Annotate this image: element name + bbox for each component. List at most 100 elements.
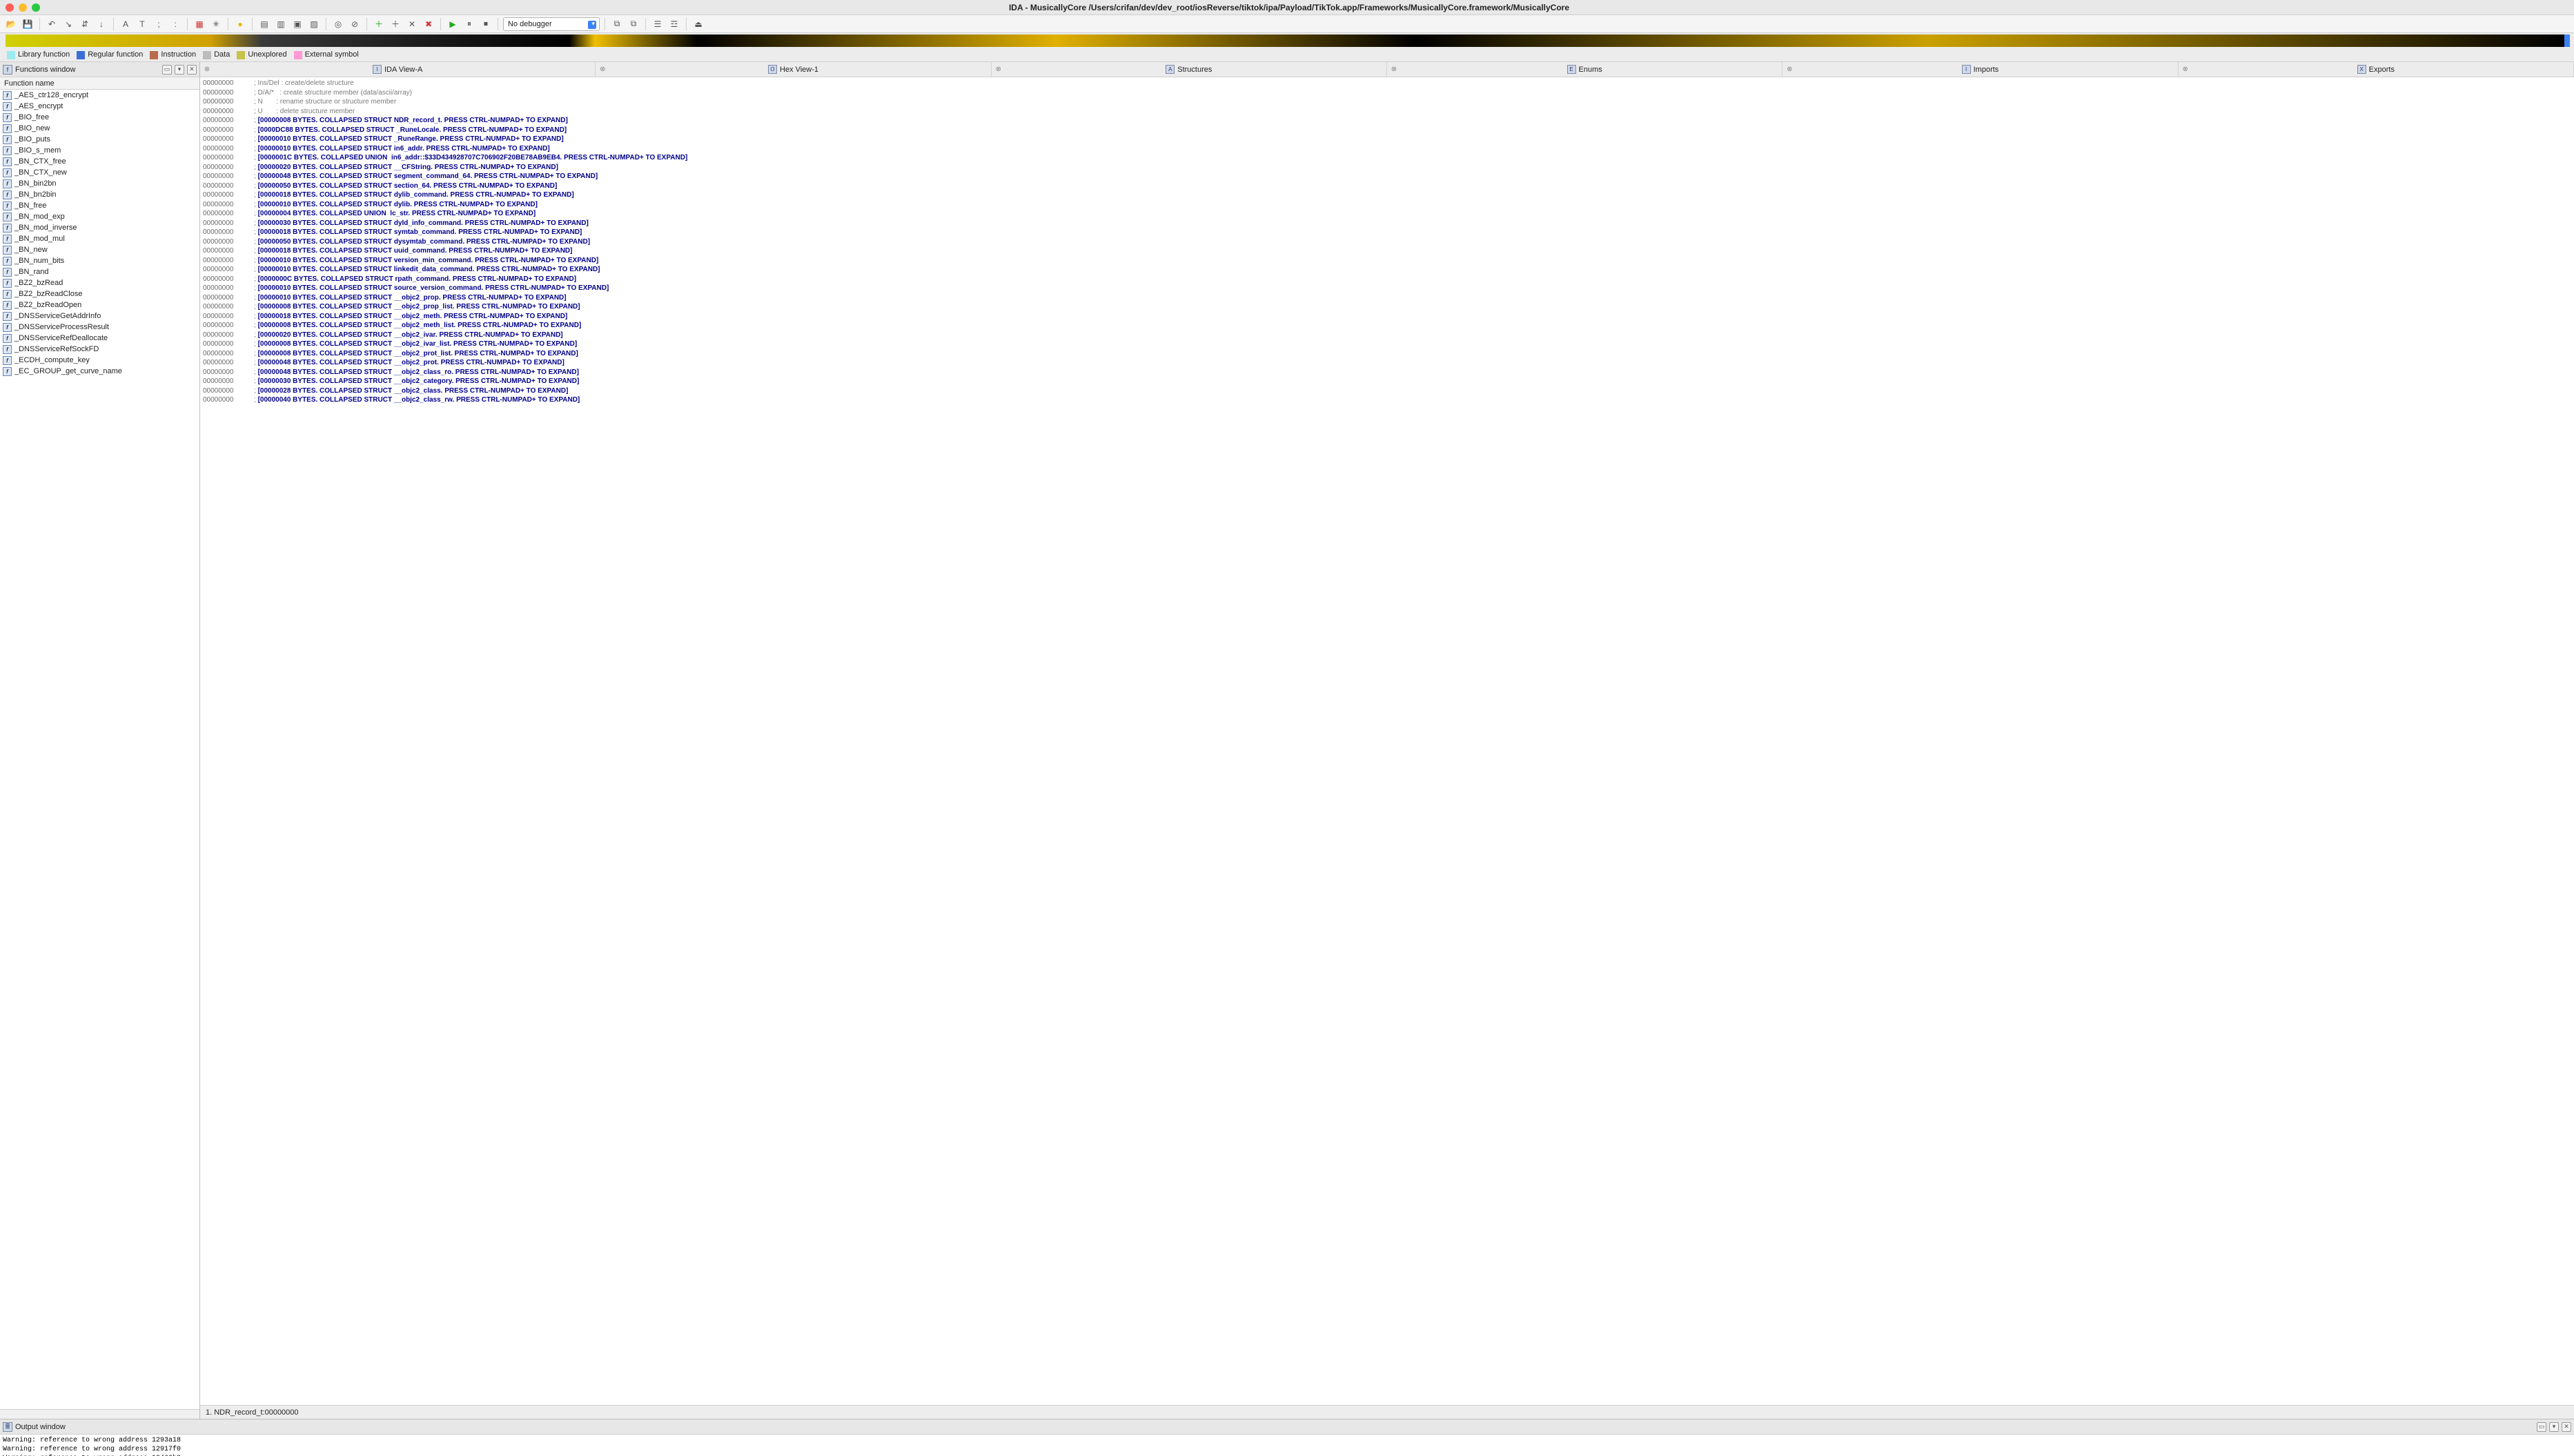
toolbar-plus-gray-button[interactable]: ＋ [389,17,402,31]
tab-hex-view-1[interactable]: ⊗OHex View-1 [596,62,991,77]
struct-line[interactable]: 00000000; [00000030 BYTES. COLLAPSED STR… [200,219,2574,228]
struct-line[interactable]: 00000000; [00000048 BYTES. COLLAPSED STR… [200,358,2574,368]
toolbar-window-a-button[interactable]: ⧉ [610,17,624,31]
tab-exports[interactable]: ⊗XExports [2179,62,2574,77]
toolbar-struct-x-button[interactable]: ▨ [307,17,321,31]
struct-line[interactable]: 00000000; [00000010 BYTES. COLLAPSED STR… [200,144,2574,154]
panel-close-button[interactable]: ✕ [187,65,197,75]
function-row[interactable]: f_ECDH_compute_key [0,355,199,366]
panel-menu-button[interactable]: ▾ [175,65,184,75]
functions-hscrollbar[interactable] [0,1409,199,1419]
toolbar-list-a-button[interactable]: ☰ [651,17,665,31]
struct-line[interactable]: 00000000; [00000010 BYTES. COLLAPSED STR… [200,256,2574,266]
toolbar-semicolon-button[interactable]: ; [152,17,166,31]
functions-list[interactable]: f_AES_ctr128_encryptf_AES_encryptf_BIO_f… [0,90,199,1409]
toolbar-x-red-button[interactable]: ✖ [422,17,435,31]
toolbar-target-button[interactable]: ◎ [331,17,345,31]
struct-line[interactable]: 00000000; [00000018 BYTES. COLLAPSED STR… [200,246,2574,256]
function-row[interactable]: f_BZ2_bzReadClose [0,288,199,299]
function-row[interactable]: f_BN_mod_mul [0,233,199,244]
toolbar-list-b-button[interactable]: ☲ [667,17,681,31]
function-row[interactable]: f_BN_mod_inverse [0,222,199,233]
comment-line[interactable]: 00000000; U : delete structure member [200,107,2574,117]
struct-line[interactable]: 00000000; [00000050 BYTES. COLLAPSED STR… [200,237,2574,247]
comment-line[interactable]: 00000000; N : rename structure or struct… [200,97,2574,107]
toolbar-stop-button[interactable]: ⏹ [479,17,493,31]
struct-line[interactable]: 00000000; [0000DC88 BYTES. COLLAPSED STR… [200,126,2574,135]
toolbar-plus-green-button[interactable]: ＋ [372,17,386,31]
function-row[interactable]: f_AES_ctr128_encrypt [0,90,199,101]
toolbar-text-t-button[interactable]: T [135,17,149,31]
navigation-overview-bar[interactable] [6,35,2568,47]
struct-line[interactable]: 00000000; [00000010 BYTES. COLLAPSED STR… [200,135,2574,144]
struct-line[interactable]: 00000000; [00000010 BYTES. COLLAPSED STR… [200,200,2574,210]
tab-ida-view-a[interactable]: ⊗IIDA View-A [200,62,596,77]
function-row[interactable]: f_BN_bin2bn [0,178,199,189]
toolbar-struct-button[interactable]: ▣ [291,17,304,31]
struct-line[interactable]: 00000000; [00000048 BYTES. COLLAPSED STR… [200,172,2574,181]
function-row[interactable]: f_DNSServiceRefDeallocate [0,333,199,344]
tab-close-icon[interactable]: ⊗ [1390,65,1398,73]
struct-line[interactable]: 00000000; [00000018 BYTES. COLLAPSED STR… [200,228,2574,237]
function-row[interactable]: f_BIO_puts [0,134,199,145]
struct-line[interactable]: 00000000; [00000018 BYTES. COLLAPSED STR… [200,312,2574,322]
toolbar-colon-button[interactable]: : [168,17,182,31]
comment-line[interactable]: 00000000; Ins/Del : create/delete struct… [200,79,2574,88]
function-row[interactable]: f_DNSServiceGetAddrInfo [0,311,199,322]
function-row[interactable]: f_BN_num_bits [0,255,199,266]
toolbar-folder-open-button[interactable]: 📂 [4,17,18,31]
toolbar-db-green-button[interactable]: ▥ [274,17,288,31]
struct-line[interactable]: 00000000; [00000030 BYTES. COLLAPSED STR… [200,377,2574,386]
function-row[interactable]: f_BN_rand [0,266,199,277]
struct-line[interactable]: 00000000; [00000010 BYTES. COLLAPSED STR… [200,265,2574,275]
comment-line[interactable]: 00000000; D/A/* : create structure membe… [200,88,2574,98]
minimize-window-button[interactable] [19,3,27,12]
toolbar-window-b-button[interactable]: ⧉ [627,17,640,31]
struct-line[interactable]: 00000000; [0000000C BYTES. COLLAPSED STR… [200,275,2574,284]
struct-line[interactable]: 00000000; [00000010 BYTES. COLLAPSED STR… [200,284,2574,293]
struct-line[interactable]: 00000000; [00000004 BYTES. COLLAPSED UNI… [200,209,2574,219]
function-row[interactable]: f_BIO_free [0,112,199,123]
toolbar-pause-button[interactable]: ⏸ [462,17,476,31]
toolbar-hex-a-button[interactable]: A [119,17,132,31]
tab-close-icon[interactable]: ⊗ [2181,65,2190,73]
function-row[interactable]: f_BIO_s_mem [0,145,199,156]
nav-position-marker[interactable] [2564,35,2570,47]
toolbar-x-gray-button[interactable]: ✕ [405,17,419,31]
tab-close-icon[interactable]: ⊗ [598,65,607,73]
tab-close-icon[interactable]: ⊗ [994,65,1003,73]
function-row[interactable]: f_BZ2_bzRead [0,277,199,288]
debugger-selector[interactable]: No debugger [503,17,600,31]
function-row[interactable]: f_BN_bn2bin [0,189,199,200]
toolbar-target-x-button[interactable]: ⊘ [348,17,362,31]
struct-line[interactable]: 00000000; [0000001C BYTES. COLLAPSED UNI… [200,153,2574,163]
function-row[interactable]: f_BN_mod_exp [0,211,199,222]
functions-column-header[interactable]: Function name [0,77,199,90]
struct-line[interactable]: 00000000; [00000050 BYTES. COLLAPSED STR… [200,181,2574,191]
tab-enums[interactable]: ⊗EEnums [1387,62,1782,77]
function-row[interactable]: f_EC_GROUP_get_curve_name [0,366,199,377]
toolbar-save-button[interactable]: 💾 [21,17,35,31]
structures-view[interactable]: 00000000; Ins/Del : create/delete struct… [200,77,2574,1405]
toolbar-box-red-button[interactable]: ▦ [193,17,206,31]
function-row[interactable]: f_BN_free [0,200,199,211]
tab-close-icon[interactable]: ⊗ [203,65,211,73]
struct-line[interactable]: 00000000; [00000048 BYTES. COLLAPSED STR… [200,368,2574,377]
tab-close-icon[interactable]: ⊗ [1785,65,1794,73]
panel-dock-button[interactable]: ▭ [162,65,172,75]
struct-line[interactable]: 00000000; [00000020 BYTES. COLLAPSED STR… [200,331,2574,340]
output-close-button[interactable]: ✕ [2562,1422,2571,1432]
toolbar-exit-button[interactable]: ⏏ [691,17,705,31]
function-row[interactable]: f_BN_CTX_free [0,156,199,167]
tab-imports[interactable]: ⊗IImports [1782,62,2178,77]
struct-line[interactable]: 00000000; [00000008 BYTES. COLLAPSED STR… [200,321,2574,331]
function-row[interactable]: f_AES_encrypt [0,101,199,112]
toolbar-arrow-down-blue-button[interactable]: ↘ [61,17,75,31]
struct-line[interactable]: 00000000; [00000008 BYTES. COLLAPSED STR… [200,302,2574,312]
toolbar-arrow-stack-button[interactable]: ⇵ [78,17,92,31]
function-row[interactable]: f_DNSServiceProcessResult [0,322,199,333]
close-window-button[interactable] [6,3,14,12]
toolbar-arrow-undo-button[interactable]: ↶ [45,17,59,31]
struct-line[interactable]: 00000000; [00000008 BYTES. COLLAPSED STR… [200,349,2574,359]
output-text[interactable]: Warning: reference to wrong address 1293… [0,1435,2574,1456]
